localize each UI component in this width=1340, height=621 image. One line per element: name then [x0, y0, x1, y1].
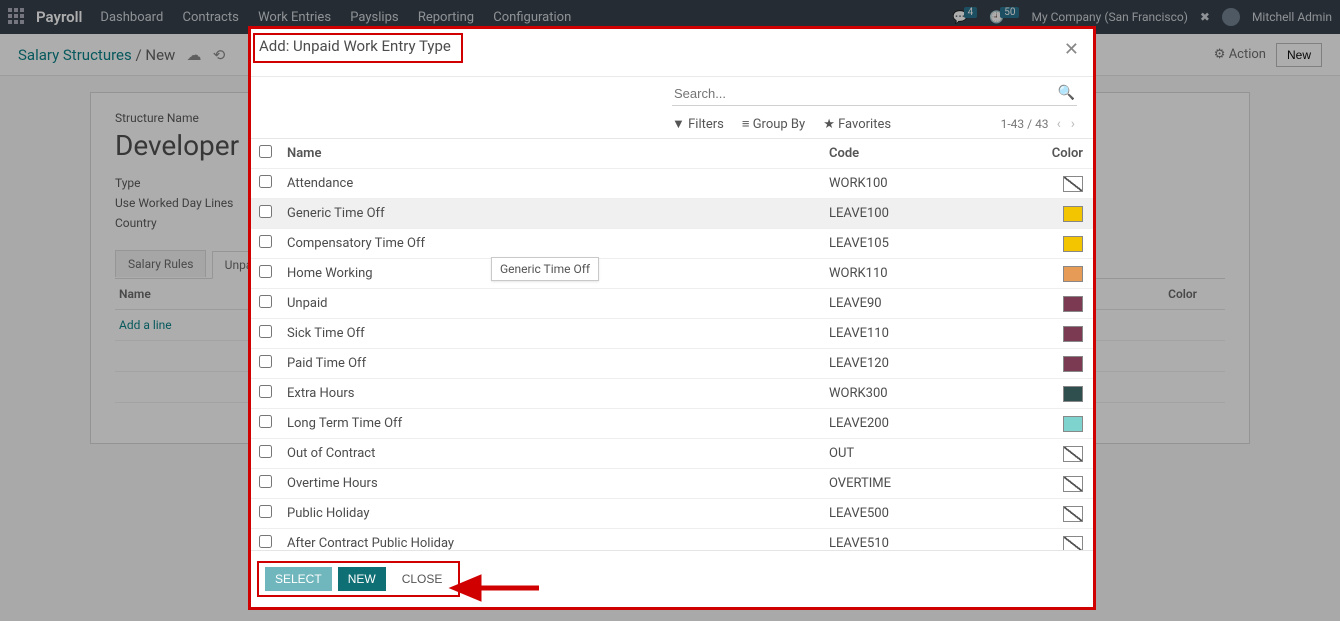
table-row[interactable]: Paid Time OffLEAVE120: [251, 349, 1093, 379]
row-code: LEAVE500: [829, 506, 1039, 521]
pager-prev-icon[interactable]: ‹: [1055, 116, 1063, 132]
color-swatch: [1063, 356, 1083, 372]
row-name: Paid Time Off: [283, 356, 829, 371]
modal-title: Add: Unpaid Work Entry Type: [259, 37, 451, 55]
table-row[interactable]: Home WorkingWORK110: [251, 259, 1093, 289]
table-row[interactable]: Compensatory Time OffLEAVE105: [251, 229, 1093, 259]
row-checkbox[interactable]: [259, 355, 272, 368]
row-code: WORK100: [829, 176, 1039, 191]
pager-text: 1-43 / 43: [1001, 117, 1049, 131]
search-icon[interactable]: 🔍: [1058, 85, 1075, 101]
row-name: Extra Hours: [283, 386, 829, 401]
row-name: Out of Contract: [283, 446, 829, 461]
table-row[interactable]: AttendanceWORK100: [251, 169, 1093, 199]
color-swatch: [1063, 236, 1083, 252]
color-swatch: [1063, 386, 1083, 402]
row-code: LEAVE200: [829, 416, 1039, 431]
color-swatch: [1063, 446, 1083, 462]
annotation-arrow: [451, 570, 551, 610]
row-checkbox[interactable]: [259, 205, 272, 218]
search-input[interactable]: [674, 86, 1058, 101]
annotation-footer-box: Select New Close: [257, 561, 460, 597]
row-name: Sick Time Off: [283, 326, 829, 341]
row-code: LEAVE100: [829, 206, 1039, 221]
color-swatch: [1063, 206, 1083, 222]
table-row[interactable]: Sick Time OffLEAVE110: [251, 319, 1093, 349]
row-name: Long Term Time Off: [283, 416, 829, 431]
row-name: Unpaid: [283, 296, 829, 311]
table-row[interactable]: After Contract Public HolidayLEAVE510: [251, 529, 1093, 550]
color-swatch: [1063, 296, 1083, 312]
row-checkbox[interactable]: [259, 325, 272, 338]
row-code: OUT: [829, 446, 1039, 461]
col-code-header[interactable]: Code: [829, 146, 1039, 161]
row-checkbox[interactable]: [259, 385, 272, 398]
annotation-title-box: Add: Unpaid Work Entry Type: [253, 33, 463, 63]
row-name: Compensatory Time Off: [283, 236, 829, 251]
table-row[interactable]: Public HolidayLEAVE500: [251, 499, 1093, 529]
new-modal-button[interactable]: New: [338, 567, 386, 591]
table-row[interactable]: Overtime HoursOVERTIME: [251, 469, 1093, 499]
color-swatch: [1063, 536, 1083, 551]
row-name: After Contract Public Holiday: [283, 536, 829, 550]
row-checkbox[interactable]: [259, 445, 272, 458]
select-button[interactable]: Select: [265, 567, 332, 591]
row-name: Generic Time Off: [283, 206, 829, 221]
color-swatch: [1063, 476, 1083, 492]
row-code: OVERTIME: [829, 476, 1039, 491]
row-checkbox[interactable]: [259, 415, 272, 428]
row-name: Overtime Hours: [283, 476, 829, 491]
row-checkbox[interactable]: [259, 175, 272, 188]
row-name: Public Holiday: [283, 506, 829, 521]
row-checkbox[interactable]: [259, 505, 272, 518]
table-row[interactable]: Long Term Time OffLEAVE200: [251, 409, 1093, 439]
row-code: LEAVE90: [829, 296, 1039, 311]
row-code: LEAVE105: [829, 236, 1039, 251]
row-checkbox[interactable]: [259, 265, 272, 278]
search-box: 🔍: [672, 81, 1077, 106]
row-code: LEAVE120: [829, 356, 1039, 371]
select-all-checkbox[interactable]: [259, 145, 272, 158]
color-swatch: [1063, 266, 1083, 282]
row-code: WORK300: [829, 386, 1039, 401]
close-button[interactable]: Close: [392, 567, 453, 591]
row-code: LEAVE110: [829, 326, 1039, 341]
row-tooltip: Generic Time Off: [491, 257, 599, 281]
row-name: Attendance: [283, 176, 829, 191]
row-checkbox[interactable]: [259, 295, 272, 308]
filters-button[interactable]: ▼ Filters: [672, 116, 724, 132]
row-checkbox[interactable]: [259, 475, 272, 488]
row-checkbox[interactable]: [259, 535, 272, 548]
modal-dialog: Add: Unpaid Work Entry Type ✕ 🔍 ▼ Filter…: [248, 26, 1096, 610]
table-row[interactable]: Extra HoursWORK300: [251, 379, 1093, 409]
row-checkbox[interactable]: [259, 235, 272, 248]
close-icon[interactable]: ✕: [1064, 39, 1079, 60]
modal-table: Name Code Color AttendanceWORK100Generic…: [251, 138, 1093, 550]
color-swatch: [1063, 326, 1083, 342]
table-row[interactable]: Out of ContractOUT: [251, 439, 1093, 469]
color-swatch: [1063, 506, 1083, 522]
groupby-button[interactable]: ≡ Group By: [742, 116, 805, 132]
table-row[interactable]: Generic Time OffLEAVE100: [251, 199, 1093, 229]
color-swatch: [1063, 416, 1083, 432]
row-code: WORK110: [829, 266, 1039, 281]
favorites-button[interactable]: ★ Favorites: [823, 117, 891, 132]
table-row[interactable]: UnpaidLEAVE90: [251, 289, 1093, 319]
pager-next-icon[interactable]: ›: [1069, 116, 1077, 132]
col-name-header[interactable]: Name: [283, 146, 829, 161]
col-color-header[interactable]: Color: [1039, 146, 1083, 161]
row-code: LEAVE510: [829, 536, 1039, 550]
color-swatch: [1063, 176, 1083, 192]
